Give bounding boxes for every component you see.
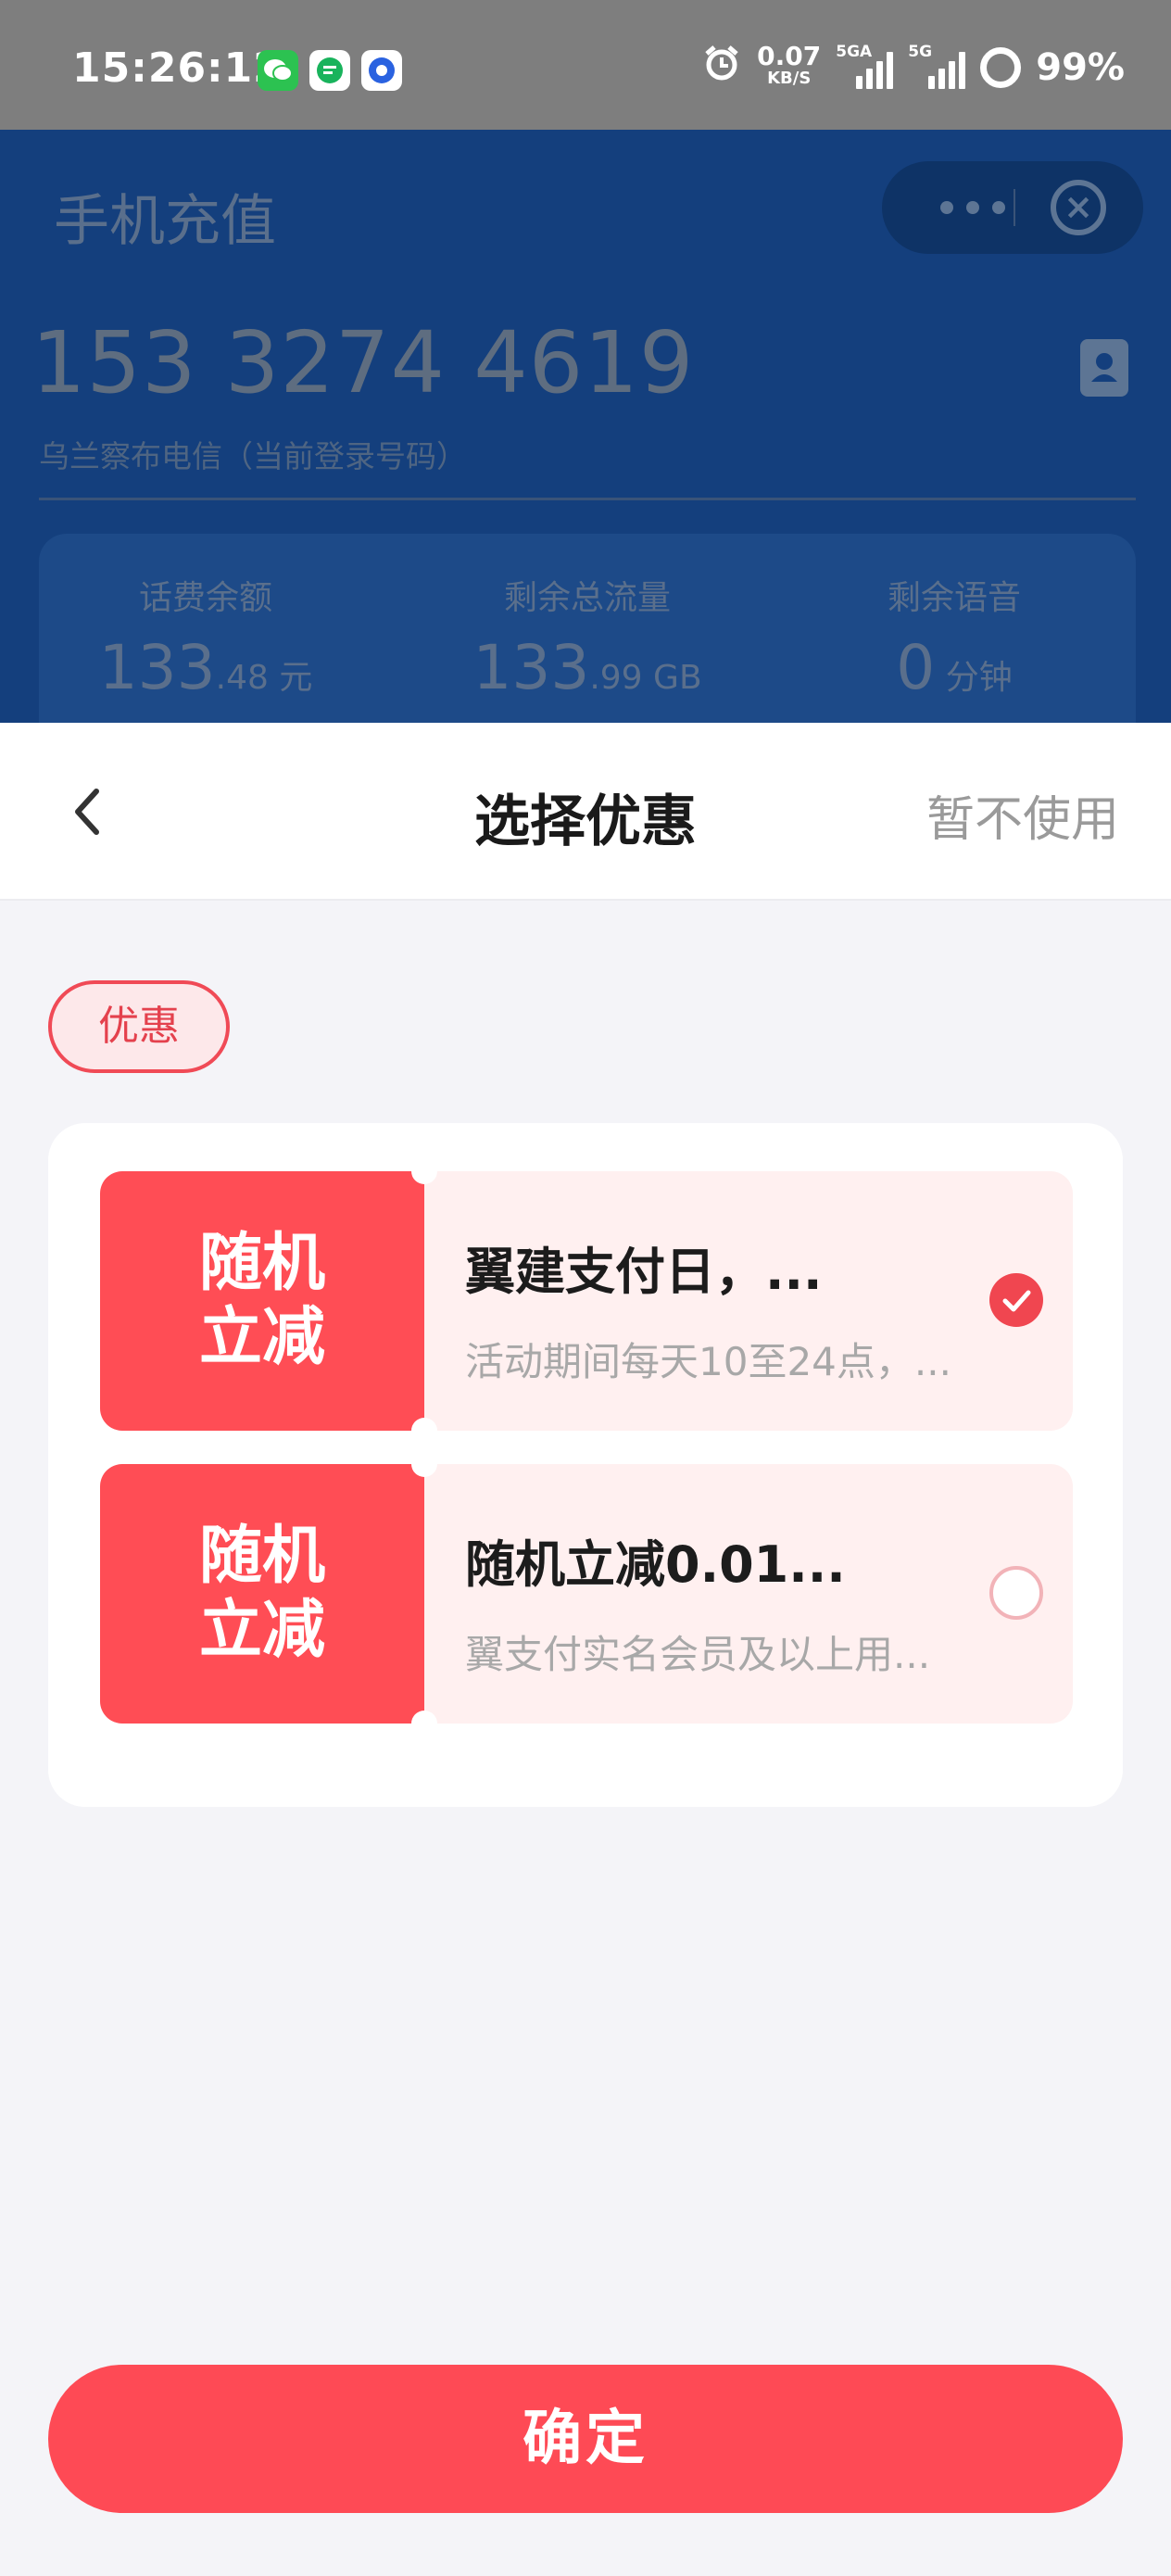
divider bbox=[39, 498, 1136, 500]
coupon-item[interactable]: 随机 立减 随机立减0.01... 翼支付实名会员及以上用... bbox=[100, 1451, 1073, 1736]
battery-level: 99% bbox=[1036, 46, 1125, 89]
skip-button[interactable]: 暂不使用 bbox=[926, 780, 1119, 850]
section-chip: 优惠 bbox=[48, 980, 230, 1073]
message-icon bbox=[309, 50, 350, 91]
network-speed: 0.07 KB/S bbox=[757, 41, 822, 89]
signal-icon-sim2: 5G bbox=[908, 43, 966, 89]
mini-program-capsule[interactable]: × bbox=[882, 161, 1143, 254]
contact-icon[interactable] bbox=[1080, 339, 1128, 397]
coupon-item[interactable]: 随机 立减 翼建支付日，... 活动期间每天10至24点，... bbox=[100, 1158, 1073, 1444]
stat-voice: 剩余语音 0 分钟 bbox=[887, 579, 1021, 703]
coupon-body: 随机立减0.01... 翼支付实名会员及以上用... bbox=[424, 1464, 1073, 1724]
sheet-header: 选择优惠 暂不使用 bbox=[0, 723, 1171, 901]
coupon-tag: 随机 立减 bbox=[100, 1171, 424, 1431]
coupon-tag: 随机 立减 bbox=[100, 1464, 424, 1724]
app-icon bbox=[361, 50, 402, 91]
alarm-icon bbox=[701, 43, 742, 93]
stat-balance: 话费余额 133.48 元 bbox=[98, 579, 313, 703]
radio-button[interactable] bbox=[989, 1566, 1043, 1620]
coupon-panel: 随机 立减 翼建支付日，... 活动期间每天10至24点，... 随机 立减 随… bbox=[48, 1123, 1123, 1807]
stat-data: 剩余总流量 133.99 GB bbox=[472, 579, 702, 703]
more-icon[interactable] bbox=[917, 180, 1028, 235]
status-time: 15:26:12 bbox=[72, 44, 283, 92]
coupon-desc: 活动期间每天10至24点，... bbox=[465, 1339, 951, 1384]
phone-number: 153 3274 4619 bbox=[31, 313, 695, 412]
battery-icon bbox=[980, 47, 1022, 88]
status-bar: 15:26:12 0.07 KB/S 5GA 5G 99% bbox=[0, 0, 1171, 130]
wechat-icon bbox=[258, 50, 298, 91]
page-title: 手机充值 bbox=[54, 189, 276, 254]
coupon-body: 翼建支付日，... 活动期间每天10至24点，... bbox=[424, 1171, 1073, 1431]
phone-subtitle: 乌兰察布电信（当前登录号码） bbox=[39, 438, 467, 474]
coupon-desc: 翼支付实名会员及以上用... bbox=[465, 1632, 931, 1677]
coupon-title: 随机立减0.01... bbox=[465, 1535, 846, 1594]
check-icon[interactable] bbox=[989, 1273, 1043, 1327]
close-icon[interactable]: × bbox=[1051, 180, 1106, 235]
signal-icon: 5GA bbox=[836, 43, 894, 89]
background-page: 手机充值 × 153 3274 4619 乌兰察布电信（当前登录号码） 话费余额… bbox=[0, 130, 1171, 756]
coupon-title: 翼建支付日，... bbox=[465, 1243, 823, 1301]
confirm-button[interactable]: 确定 bbox=[48, 2365, 1123, 2513]
